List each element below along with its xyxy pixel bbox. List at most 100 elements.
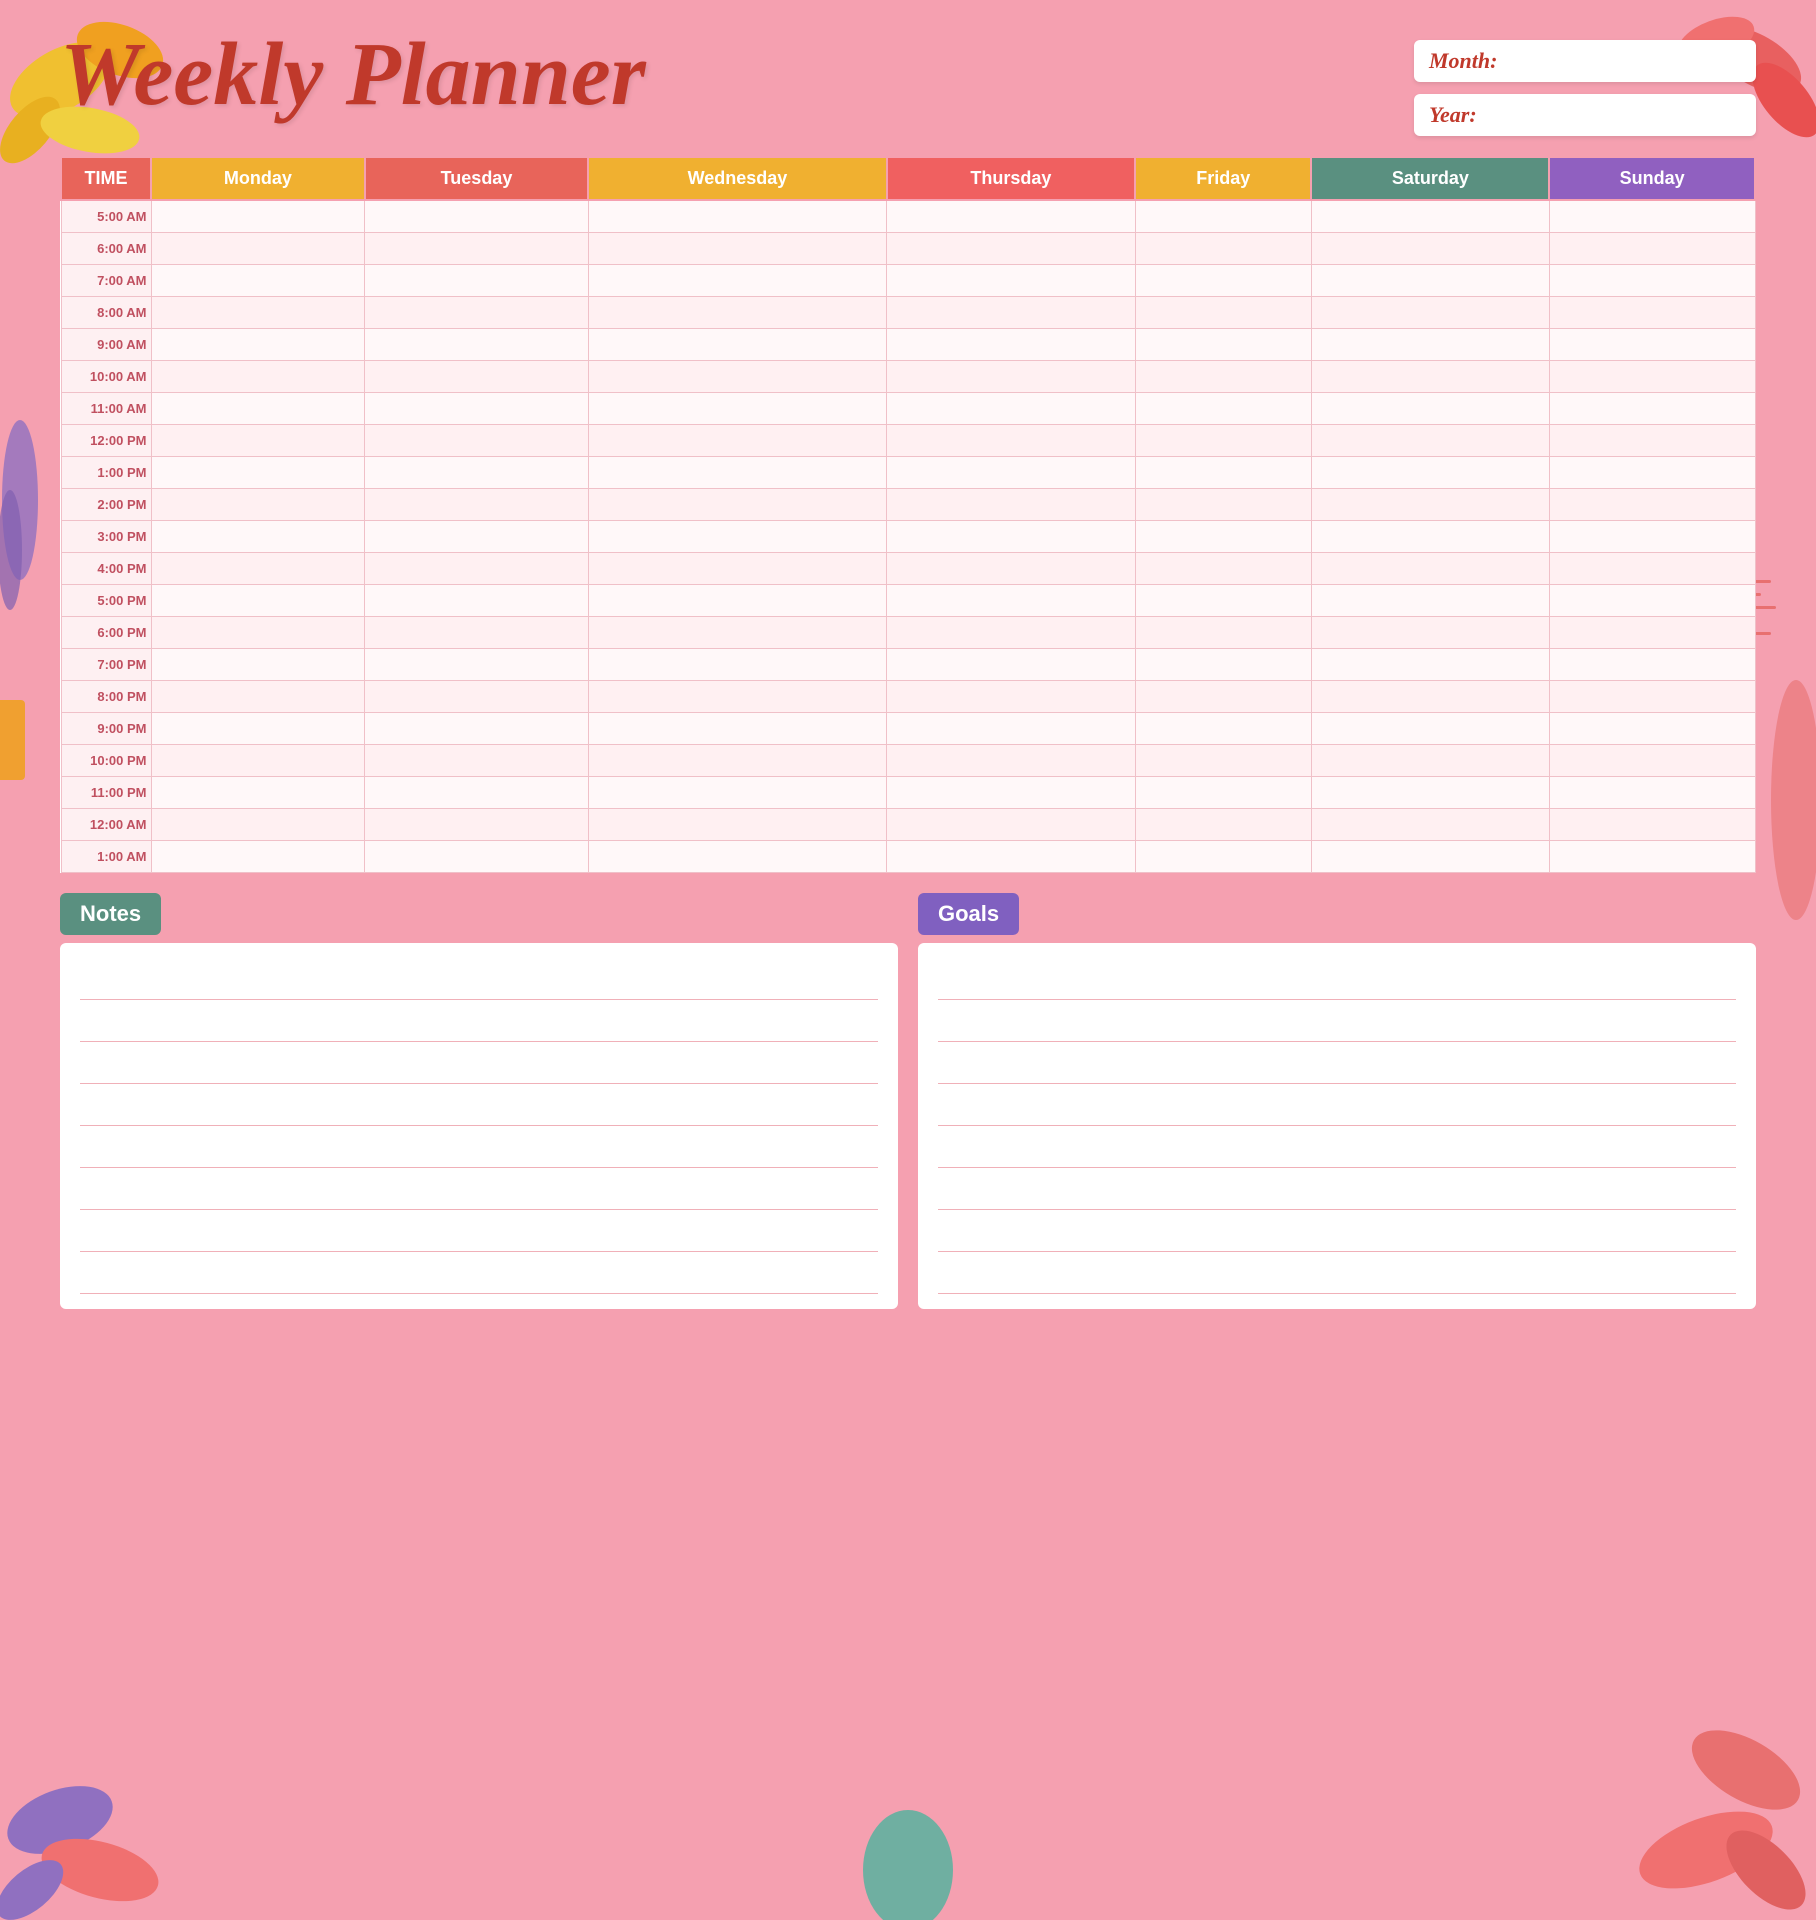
schedule-cell[interactable] — [365, 232, 589, 264]
schedule-cell[interactable] — [1311, 328, 1549, 360]
schedule-cell[interactable] — [887, 360, 1135, 392]
schedule-cell[interactable] — [151, 200, 365, 232]
schedule-cell[interactable] — [151, 552, 365, 584]
schedule-cell[interactable] — [1549, 424, 1755, 456]
schedule-cell[interactable] — [1135, 264, 1311, 296]
schedule-cell[interactable] — [1311, 744, 1549, 776]
schedule-cell[interactable] — [1549, 200, 1755, 232]
schedule-cell[interactable] — [151, 296, 365, 328]
schedule-cell[interactable] — [588, 712, 886, 744]
schedule-cell[interactable] — [588, 616, 886, 648]
schedule-cell[interactable] — [1549, 744, 1755, 776]
schedule-cell[interactable] — [588, 328, 886, 360]
schedule-cell[interactable] — [365, 360, 589, 392]
schedule-cell[interactable] — [887, 392, 1135, 424]
schedule-cell[interactable] — [151, 648, 365, 680]
schedule-cell[interactable] — [1549, 648, 1755, 680]
schedule-cell[interactable] — [1549, 296, 1755, 328]
schedule-cell[interactable] — [887, 712, 1135, 744]
schedule-cell[interactable] — [365, 712, 589, 744]
schedule-cell[interactable] — [1135, 488, 1311, 520]
schedule-cell[interactable] — [365, 392, 589, 424]
schedule-cell[interactable] — [588, 424, 886, 456]
schedule-cell[interactable] — [1311, 712, 1549, 744]
schedule-cell[interactable] — [151, 744, 365, 776]
schedule-cell[interactable] — [365, 456, 589, 488]
schedule-cell[interactable] — [887, 616, 1135, 648]
goals-lines-area[interactable] — [918, 943, 1756, 1309]
schedule-cell[interactable] — [1135, 296, 1311, 328]
schedule-cell[interactable] — [1135, 680, 1311, 712]
schedule-cell[interactable] — [1135, 744, 1311, 776]
schedule-cell[interactable] — [588, 264, 886, 296]
schedule-cell[interactable] — [588, 360, 886, 392]
schedule-cell[interactable] — [1135, 808, 1311, 840]
schedule-cell[interactable] — [887, 744, 1135, 776]
schedule-cell[interactable] — [365, 744, 589, 776]
schedule-cell[interactable] — [1311, 648, 1549, 680]
schedule-cell[interactable] — [588, 296, 886, 328]
schedule-cell[interactable] — [151, 392, 365, 424]
schedule-cell[interactable] — [1135, 616, 1311, 648]
schedule-cell[interactable] — [1549, 776, 1755, 808]
schedule-cell[interactable] — [588, 200, 886, 232]
schedule-cell[interactable] — [1135, 232, 1311, 264]
schedule-cell[interactable] — [588, 392, 886, 424]
schedule-cell[interactable] — [1549, 584, 1755, 616]
schedule-cell[interactable] — [588, 520, 886, 552]
schedule-cell[interactable] — [887, 488, 1135, 520]
schedule-cell[interactable] — [887, 328, 1135, 360]
schedule-cell[interactable] — [887, 232, 1135, 264]
schedule-cell[interactable] — [151, 712, 365, 744]
schedule-cell[interactable] — [887, 776, 1135, 808]
schedule-cell[interactable] — [887, 456, 1135, 488]
schedule-cell[interactable] — [1311, 264, 1549, 296]
schedule-cell[interactable] — [1135, 424, 1311, 456]
schedule-cell[interactable] — [1311, 584, 1549, 616]
schedule-cell[interactable] — [151, 424, 365, 456]
schedule-cell[interactable] — [1311, 840, 1549, 872]
schedule-cell[interactable] — [887, 584, 1135, 616]
year-input[interactable] — [1509, 105, 1741, 126]
schedule-cell[interactable] — [1549, 712, 1755, 744]
schedule-cell[interactable] — [1135, 360, 1311, 392]
schedule-cell[interactable] — [365, 296, 589, 328]
schedule-cell[interactable] — [1549, 808, 1755, 840]
schedule-cell[interactable] — [1311, 424, 1549, 456]
schedule-cell[interactable] — [1549, 552, 1755, 584]
schedule-cell[interactable] — [1135, 392, 1311, 424]
schedule-cell[interactable] — [151, 584, 365, 616]
schedule-cell[interactable] — [1311, 200, 1549, 232]
schedule-cell[interactable] — [1135, 712, 1311, 744]
schedule-cell[interactable] — [365, 840, 589, 872]
schedule-cell[interactable] — [151, 264, 365, 296]
schedule-cell[interactable] — [1135, 328, 1311, 360]
schedule-cell[interactable] — [1311, 616, 1549, 648]
schedule-cell[interactable] — [1311, 296, 1549, 328]
schedule-cell[interactable] — [151, 520, 365, 552]
schedule-cell[interactable] — [1311, 232, 1549, 264]
schedule-cell[interactable] — [151, 776, 365, 808]
schedule-cell[interactable] — [365, 584, 589, 616]
schedule-cell[interactable] — [1311, 808, 1549, 840]
schedule-cell[interactable] — [365, 808, 589, 840]
schedule-cell[interactable] — [365, 328, 589, 360]
schedule-cell[interactable] — [887, 264, 1135, 296]
schedule-cell[interactable] — [1135, 200, 1311, 232]
schedule-cell[interactable] — [1549, 616, 1755, 648]
schedule-cell[interactable] — [887, 520, 1135, 552]
schedule-cell[interactable] — [151, 360, 365, 392]
schedule-cell[interactable] — [588, 776, 886, 808]
schedule-cell[interactable] — [151, 840, 365, 872]
schedule-cell[interactable] — [887, 808, 1135, 840]
schedule-cell[interactable] — [365, 488, 589, 520]
schedule-cell[interactable] — [365, 200, 589, 232]
schedule-cell[interactable] — [1135, 552, 1311, 584]
schedule-cell[interactable] — [887, 648, 1135, 680]
schedule-cell[interactable] — [1549, 392, 1755, 424]
schedule-cell[interactable] — [365, 616, 589, 648]
schedule-cell[interactable] — [1549, 520, 1755, 552]
schedule-cell[interactable] — [1549, 840, 1755, 872]
schedule-cell[interactable] — [1311, 520, 1549, 552]
schedule-cell[interactable] — [1135, 584, 1311, 616]
